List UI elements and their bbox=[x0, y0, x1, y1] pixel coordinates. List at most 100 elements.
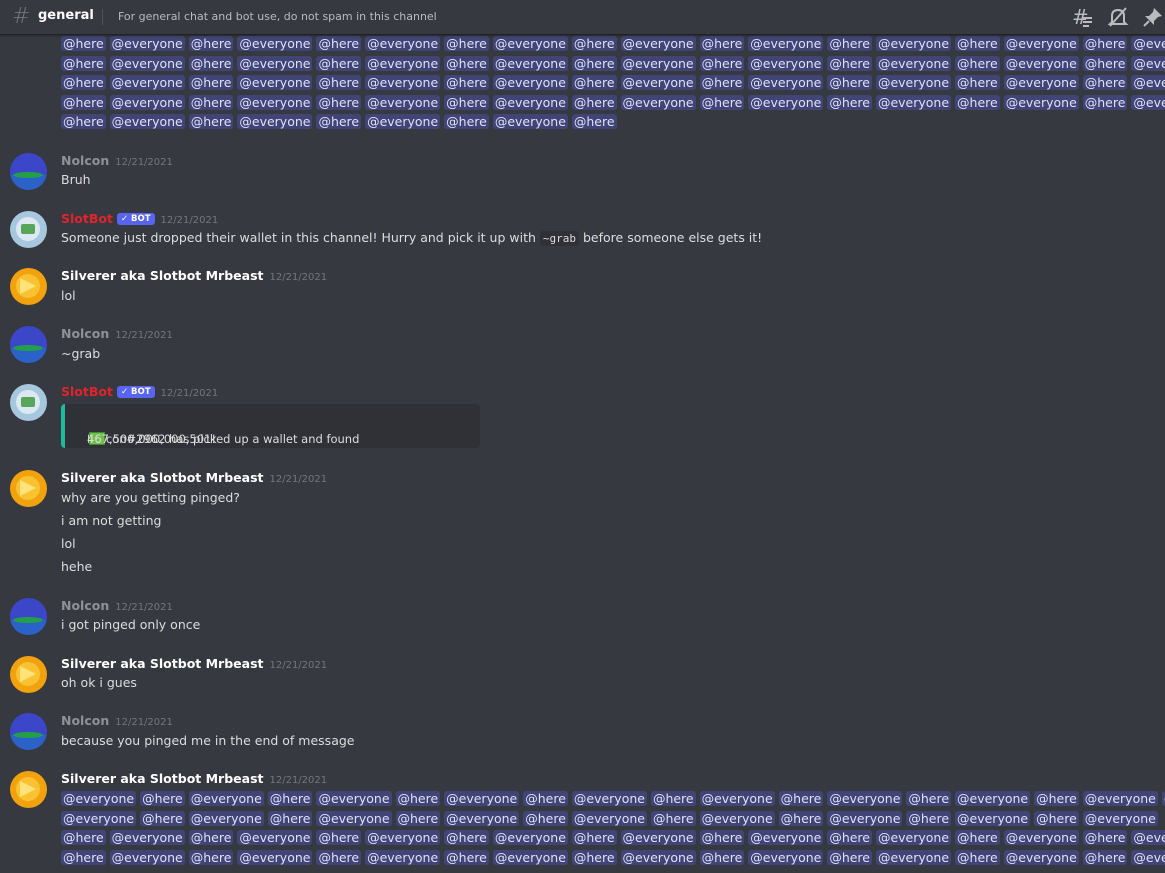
mention[interactable]: @here bbox=[1082, 830, 1128, 846]
mention[interactable]: @here bbox=[827, 94, 872, 110]
mention[interactable]: @here bbox=[778, 791, 824, 806]
mention[interactable]: @here bbox=[395, 791, 441, 806]
mention[interactable]: @here bbox=[316, 94, 362, 110]
mention[interactable]: @here bbox=[1082, 849, 1128, 865]
mention[interactable]: @everyone bbox=[492, 55, 568, 71]
mention[interactable]: @here bbox=[61, 94, 106, 110]
mention[interactable]: @everyone bbox=[748, 94, 824, 110]
mention[interactable]: @here bbox=[316, 114, 362, 130]
author-name[interactable]: Nolcon 12/21/2021 bbox=[61, 598, 173, 613]
mention[interactable]: @here bbox=[61, 55, 106, 71]
avatar-slotbot[interactable] bbox=[10, 384, 47, 421]
mention[interactable]: @everyone bbox=[620, 94, 696, 110]
mention[interactable]: @everyone bbox=[875, 94, 952, 110]
mention[interactable]: @everyone bbox=[492, 36, 568, 51]
author-name[interactable]: Silverer aka Slotbot Mrbeast 12/21/2021 bbox=[61, 771, 327, 786]
mention[interactable]: @everyone bbox=[109, 94, 185, 110]
mention[interactable]: @here bbox=[778, 810, 824, 826]
mention[interactable]: @everyone bbox=[492, 94, 568, 110]
mention[interactable]: @everyone bbox=[1131, 55, 1165, 71]
mention[interactable]: @everyone bbox=[1082, 791, 1158, 806]
mention[interactable]: @here bbox=[316, 55, 362, 71]
mention[interactable]: @everyone bbox=[571, 810, 647, 826]
mention[interactable]: @everyone bbox=[365, 114, 441, 130]
avatar-slotbot[interactable] bbox=[10, 211, 47, 248]
mention[interactable]: @everyone bbox=[1131, 830, 1165, 846]
mention[interactable]: @here bbox=[699, 75, 745, 91]
mention[interactable]: @everyone bbox=[365, 36, 441, 51]
mention[interactable]: @here bbox=[444, 55, 489, 71]
mention[interactable]: @here bbox=[140, 791, 185, 806]
mention[interactable]: @everyone bbox=[316, 791, 392, 806]
mention[interactable]: @everyone bbox=[875, 36, 952, 51]
mention[interactable]: @here bbox=[955, 849, 1000, 865]
mention[interactable]: @everyone bbox=[571, 791, 647, 806]
mention[interactable]: @here bbox=[571, 36, 617, 51]
avatar-nolcon[interactable] bbox=[10, 713, 47, 750]
mention[interactable]: @here bbox=[444, 94, 489, 110]
mention[interactable]: @here bbox=[267, 791, 313, 806]
threads-icon[interactable]: # bbox=[1071, 6, 1093, 28]
mention[interactable]: @here bbox=[955, 36, 1000, 51]
mention[interactable]: @here bbox=[571, 94, 617, 110]
mention[interactable]: @here bbox=[316, 830, 362, 846]
mention[interactable]: @everyone bbox=[61, 791, 137, 806]
mention[interactable]: @everyone bbox=[1003, 75, 1079, 91]
mention[interactable]: @here bbox=[444, 114, 489, 130]
mention[interactable]: @everyone bbox=[1003, 36, 1079, 51]
mention[interactable]: @everyone bbox=[620, 55, 696, 71]
mention[interactable]: @everyone bbox=[237, 114, 313, 130]
mention[interactable]: @everyone bbox=[109, 830, 185, 846]
author-name[interactable]: Nolcon 12/21/2021 bbox=[61, 326, 173, 341]
mention[interactable]: @here bbox=[188, 75, 234, 91]
mention[interactable]: @everyone bbox=[875, 55, 952, 71]
mention[interactable]: @everyone bbox=[188, 810, 264, 826]
pin-icon[interactable] bbox=[1142, 6, 1164, 28]
mention[interactable]: @here bbox=[188, 55, 234, 71]
mention[interactable]: @everyone bbox=[237, 75, 313, 91]
mention[interactable]: @here bbox=[1082, 36, 1128, 51]
mention[interactable]: @everyone bbox=[109, 36, 185, 51]
mention[interactable]: @everyone bbox=[748, 75, 824, 91]
mention[interactable]: @here bbox=[188, 94, 234, 110]
mention[interactable]: @here bbox=[444, 36, 489, 51]
mention[interactable]: @here bbox=[1082, 55, 1128, 71]
mention[interactable]: @here bbox=[827, 830, 872, 846]
mention[interactable]: @everyone bbox=[1131, 75, 1165, 91]
mention[interactable]: @here bbox=[1082, 75, 1128, 91]
mention[interactable]: @everyone bbox=[1131, 849, 1165, 865]
mention[interactable]: @everyone bbox=[748, 849, 824, 865]
mention[interactable]: @everyone bbox=[365, 55, 441, 71]
mention[interactable]: @here bbox=[267, 810, 313, 826]
mention[interactable]: @here bbox=[61, 830, 106, 846]
mention[interactable]: @everyone bbox=[1082, 810, 1158, 826]
mention[interactable]: @everyone bbox=[109, 55, 185, 71]
mention[interactable]: @here bbox=[316, 849, 362, 865]
author-name[interactable]: Nolcon 12/21/2021 bbox=[61, 153, 173, 168]
mute-bell-icon[interactable] bbox=[1107, 6, 1129, 28]
mention[interactable]: @everyone bbox=[1003, 55, 1079, 71]
author-name[interactable]: Nolcon 12/21/2021 bbox=[61, 713, 173, 728]
mention[interactable]: @here bbox=[61, 75, 106, 91]
mention[interactable]: @everyone bbox=[1003, 830, 1079, 846]
mention[interactable]: @everyone bbox=[699, 791, 775, 806]
mention[interactable]: @here bbox=[571, 55, 617, 71]
channel-topic[interactable]: For general chat and bot use, do not spa… bbox=[118, 10, 437, 23]
mention[interactable]: @everyone bbox=[875, 830, 952, 846]
mention[interactable]: @everyone bbox=[620, 849, 696, 865]
mention[interactable]: @here bbox=[188, 830, 234, 846]
mention[interactable]: @here bbox=[444, 75, 489, 91]
mention[interactable]: @here bbox=[188, 36, 234, 51]
mention[interactable]: @everyone bbox=[109, 75, 185, 91]
mention[interactable]: @here bbox=[571, 114, 617, 130]
mention[interactable]: @everyone bbox=[875, 849, 952, 865]
mention[interactable]: @here bbox=[188, 849, 234, 865]
mention[interactable]: @everyone bbox=[875, 75, 952, 91]
mention[interactable]: @everyone bbox=[492, 75, 568, 91]
mention[interactable]: @here bbox=[955, 55, 1000, 71]
mention[interactable]: @here bbox=[827, 36, 872, 51]
mention[interactable]: @everyone bbox=[1131, 36, 1165, 51]
author-name[interactable]: Silverer aka Slotbot Mrbeast 12/21/2021 bbox=[61, 470, 327, 485]
mention[interactable]: @everyone bbox=[365, 75, 441, 91]
mention[interactable]: @everyone bbox=[444, 810, 520, 826]
